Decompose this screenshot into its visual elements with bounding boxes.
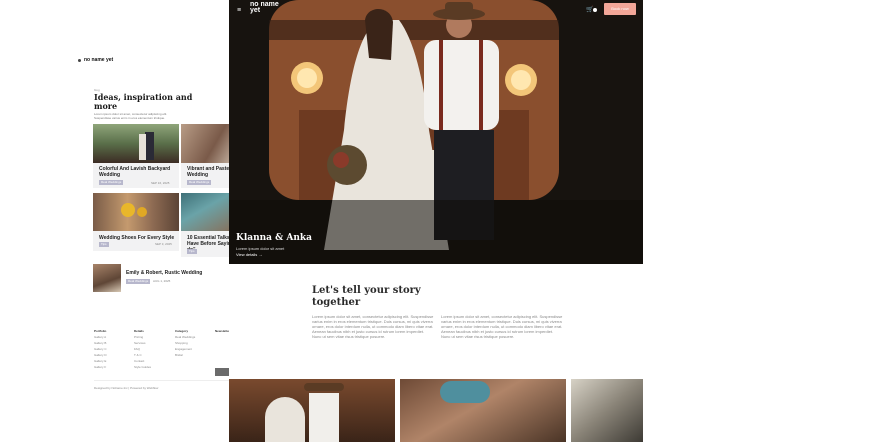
blog-card[interactable]: Wedding Shoes For Every Style Tips SEP 3… xyxy=(93,193,179,251)
card-image xyxy=(181,124,229,163)
headlight-right-core xyxy=(511,70,531,90)
groom-hat xyxy=(445,2,473,14)
card-title: Colorful And Lavish Backyard Wedding xyxy=(99,166,171,178)
featured-tag[interactable]: Real Weddings xyxy=(126,279,151,284)
card-tag[interactable]: Real Weddings xyxy=(187,180,212,185)
hero-photo xyxy=(229,0,643,264)
footer-column: Category Real Weddings Shopping Engageme… xyxy=(175,328,195,358)
card-title: Wedding Shoes For Every Style xyxy=(99,235,175,241)
bullet-icon xyxy=(78,58,81,62)
groom-figure xyxy=(145,132,154,160)
featured-image[interactable] xyxy=(93,264,121,292)
site-logo[interactable]: no name yet xyxy=(250,1,280,14)
footer-heading: Newsletter xyxy=(215,329,229,333)
thumb-flower-crown xyxy=(440,381,490,403)
card-date: SEP 16, 2025 xyxy=(151,181,170,185)
card-tag[interactable]: Tips xyxy=(99,242,109,247)
card-tag[interactable]: Tips xyxy=(187,249,197,254)
sunflower-shape xyxy=(137,207,147,217)
footer-column: Portfolio Gallery A Gallery B Gallery C … xyxy=(94,328,107,370)
footer-divider xyxy=(94,380,229,381)
headlight-left-core xyxy=(297,68,317,88)
gallery-thumbnail[interactable] xyxy=(571,379,643,442)
blog-card[interactable]: Vibrant and Pastel Wedding Real Weddings xyxy=(181,124,229,188)
bride-figure xyxy=(139,134,146,160)
footer-link[interactable]: Gallery F xyxy=(94,364,107,370)
featured-title[interactable]: Emily & Robert, Rustic Wedding xyxy=(126,270,202,276)
footer-link[interactable]: Bridal xyxy=(175,352,195,358)
thumb-hat xyxy=(304,383,344,391)
view-details-link[interactable]: View details → xyxy=(236,252,262,257)
card-image xyxy=(93,193,179,231)
card-image xyxy=(181,193,229,231)
book-now-button[interactable]: Book now xyxy=(604,3,636,15)
card-image xyxy=(93,124,179,163)
ground-shadow xyxy=(229,200,643,264)
blog-description: Lorem ipsum dolor sit amet, consectetur … xyxy=(94,112,168,120)
blog-logo-text: no name yet xyxy=(84,57,114,63)
hero-couple-names: Klanna & Anka xyxy=(236,233,312,243)
suspender xyxy=(439,40,443,130)
footer-column: Newsletter xyxy=(215,328,229,334)
footer-link[interactable]: Style Guides xyxy=(134,364,151,370)
suspender xyxy=(479,40,483,130)
story-title: Let's tell your story together xyxy=(312,285,421,308)
hero-section: ≡ no name yet 🛒 Book now Klanna & Anka L… xyxy=(229,0,643,264)
card-tag[interactable]: Real Weddings xyxy=(99,180,124,185)
blog-card[interactable]: Colorful And Lavish Backyard Wedding Rea… xyxy=(93,124,179,188)
card-title: Vibrant and Pastel Wedding xyxy=(187,166,229,178)
van-window xyxy=(269,20,559,40)
bouquet-flower xyxy=(333,152,349,168)
cart-count-badge xyxy=(593,8,597,12)
thumb-bride xyxy=(265,397,305,442)
menu-icon[interactable]: ≡ xyxy=(237,7,241,14)
newsletter-submit-button[interactable] xyxy=(215,368,229,376)
blog-logo[interactable]: no name yet xyxy=(78,57,114,63)
sunflower-shape xyxy=(121,203,135,217)
story-paragraph: Lorem ipsum dolor sit amet, consectetur … xyxy=(441,314,563,339)
blog-card[interactable]: 10 Essential Talks to Have Before Saying… xyxy=(181,193,229,257)
gallery-thumbnail[interactable] xyxy=(229,379,395,442)
hero-subtitle: Lorem ipsum dolor sit amet xyxy=(236,246,285,251)
story-paragraph: Lorem ipsum dolor sit amet, consectetur … xyxy=(312,314,434,339)
groom-shirt xyxy=(424,40,499,130)
card-date: SEP 3, 2025 xyxy=(155,242,172,246)
gallery-thumbnail[interactable] xyxy=(400,379,566,442)
thumb-groom xyxy=(309,393,339,442)
footer-column: Details Pricing Services FAQ T & C Conta… xyxy=(134,328,151,370)
footer-credit: Designed by Nohame.Inc | Powered by Webf… xyxy=(94,386,159,390)
featured-date: AUG 1, 2025 xyxy=(153,279,171,283)
blog-title: Ideas, inspiration and more xyxy=(94,92,193,111)
bride-hair xyxy=(365,8,393,60)
